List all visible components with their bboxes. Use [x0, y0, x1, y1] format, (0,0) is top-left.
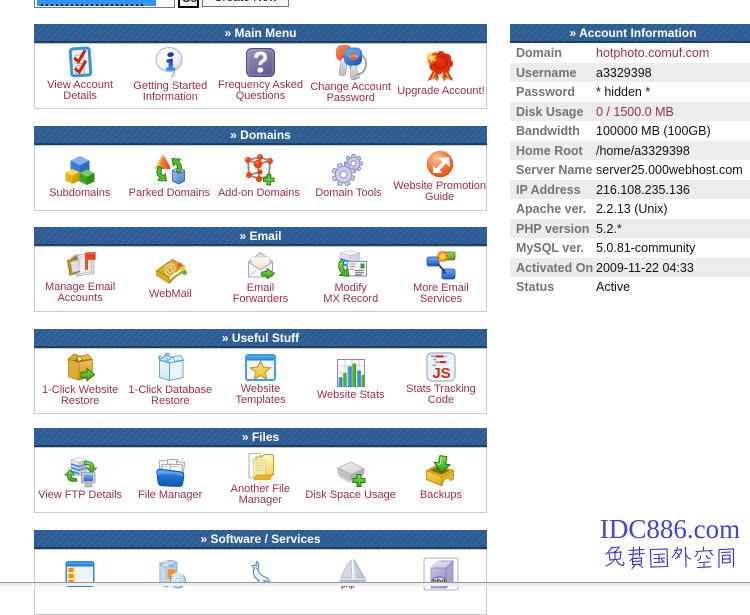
- svg-text:JS: JS: [432, 365, 450, 382]
